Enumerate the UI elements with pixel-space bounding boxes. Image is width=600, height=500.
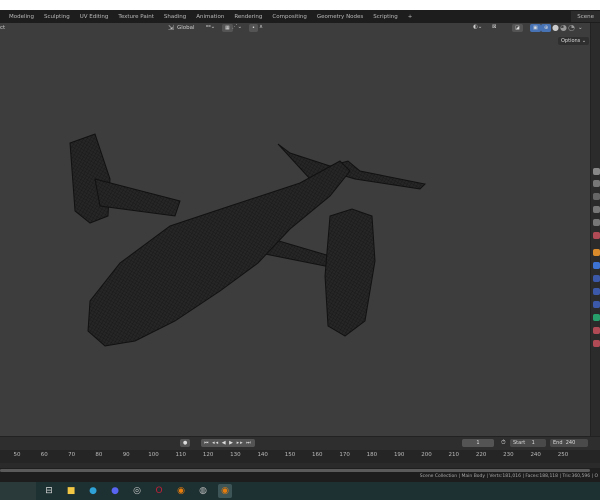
ruler-tick-label: 130	[230, 452, 241, 458]
view-layer-tab-icon[interactable]	[593, 206, 600, 213]
taskbar-blender-active-icon[interactable]: ◉	[218, 484, 232, 498]
tab-compositing[interactable]: Compositing	[267, 14, 311, 20]
timeline-ruler[interactable]: 50 60 70 80 90 100 110 120 130 140 150 160 170 180 190…	[0, 450, 600, 463]
data-tab-icon[interactable]	[593, 314, 600, 321]
ruler-tick-label: 100	[148, 452, 159, 458]
object-tab-icon[interactable]	[593, 249, 600, 256]
aircraft-wireframe	[69, 133, 427, 347]
ruler-tick-label: 90	[122, 452, 130, 458]
properties-tab-strip	[590, 23, 600, 436]
tab-modeling[interactable]: Modeling	[4, 14, 39, 20]
timeline-header: ● ⏮ ◂◂ ◀ ▶ ▸▸ ⏭ 1 ⏱ Start 1 End 240	[0, 436, 600, 450]
wireframe-shading-icon[interactable]: ⊕	[541, 24, 552, 32]
taskbar-file-explorer-icon[interactable]: ■	[64, 484, 78, 498]
tool-tab-icon[interactable]	[593, 168, 600, 175]
ruler-tick-label: 200	[421, 452, 432, 458]
physics-tab-icon[interactable]	[593, 288, 600, 295]
constraints-tab-icon[interactable]	[593, 301, 600, 308]
ruler-tick-label: 240	[530, 452, 541, 458]
scene-name: Scene	[577, 14, 594, 20]
tab-texture-paint[interactable]: Texture Paint	[113, 14, 159, 20]
ruler-tick-label: 60	[40, 452, 48, 458]
scene-selector[interactable]: Scene	[571, 11, 600, 22]
taskbar-discord-icon[interactable]: ●	[108, 484, 122, 498]
current-frame-field[interactable]: 1	[462, 439, 494, 447]
taskbar-app-icon[interactable]: ◎	[130, 484, 144, 498]
tab-rendering[interactable]: Rendering	[229, 14, 267, 20]
add-workspace-button[interactable]: +	[403, 14, 418, 20]
ruler-tick-label: 190	[393, 452, 405, 458]
rendered-shading-icon[interactable]: ◔	[568, 23, 575, 32]
tab-scripting[interactable]: Scripting	[368, 14, 402, 20]
ruler-tick-label: 150	[284, 452, 296, 458]
ruler-tick-label: 180	[366, 452, 378, 458]
ruler-tick-label: 110	[175, 452, 187, 458]
ruler-tick-label: 220	[475, 452, 487, 458]
scene-tab-icon[interactable]	[593, 219, 600, 226]
start-value: 1	[531, 440, 535, 446]
start-label: Start	[513, 440, 526, 446]
material-shading-icon[interactable]: ◕	[560, 23, 567, 32]
start-frame-field[interactable]: Start 1	[510, 439, 546, 447]
overlay-icon[interactable]: ◪	[512, 24, 523, 32]
output-tab-icon[interactable]	[593, 193, 600, 200]
ruler-tick-label: 210	[448, 452, 460, 458]
ruler-tick-label: 160	[312, 452, 323, 458]
tab-uv-editing[interactable]: UV Editing	[75, 14, 114, 20]
3d-viewport[interactable]	[0, 23, 590, 436]
shading-dropdown-icon[interactable]: ⌄	[578, 25, 583, 31]
workspace-tabs: Modeling Sculpting UV Editing Texture Pa…	[0, 10, 600, 23]
ruler-tick-label: 140	[257, 452, 268, 458]
snap-target-icon[interactable]: ⋰⌄	[232, 24, 242, 30]
end-label: End	[553, 440, 563, 446]
taskbar-edge-icon[interactable]: ●	[86, 484, 100, 498]
taskbar-search[interactable]	[0, 482, 36, 500]
render-tab-icon[interactable]	[593, 180, 600, 187]
ruler-tick-label: 170	[339, 452, 350, 458]
texture-tab-icon[interactable]	[593, 340, 600, 347]
tab-sculpting[interactable]: Sculpting	[39, 14, 75, 20]
falloff-icon[interactable]: ∧	[259, 24, 263, 30]
taskbar-opera-icon[interactable]: O	[152, 484, 166, 498]
mode-label: ct	[0, 25, 6, 31]
options-dropdown[interactable]: Options ⌄	[558, 37, 590, 45]
taskbar-blender-icon[interactable]: ◉	[174, 484, 188, 498]
tab-geometry-nodes[interactable]: Geometry Nodes	[312, 14, 368, 20]
tab-shading[interactable]: Shading	[159, 14, 191, 20]
visibility-icon[interactable]: ◐⌄	[473, 24, 482, 30]
orientation-dropdown[interactable]: Global	[177, 25, 195, 31]
transform-orientation-icon: ⇲	[168, 24, 174, 32]
record-button[interactable]: ●	[180, 439, 191, 447]
status-bar: Scene Collection | Main Body | Verts:181…	[0, 472, 600, 482]
top-window-strip	[0, 0, 600, 10]
end-value: 240	[565, 440, 576, 446]
taskbar-task-view-icon[interactable]: ⊟	[42, 484, 56, 498]
taskbar: ⊟ ■ ● ● ◎ O ◉ ◍ ◉	[0, 482, 600, 500]
ruler-tick-label: 50	[13, 452, 21, 458]
ruler-tick-label: 80	[95, 452, 103, 458]
pivot-icon[interactable]: ⚯⌄	[206, 24, 215, 30]
ruler-tick-label: 70	[68, 452, 76, 458]
options-label: Options	[561, 38, 581, 44]
world-tab-icon[interactable]	[593, 232, 600, 239]
end-frame-field[interactable]: End 240	[550, 439, 588, 447]
stopwatch-icon[interactable]: ⏱	[501, 439, 506, 447]
material-tab-icon[interactable]	[593, 327, 600, 334]
solid-shading-icon[interactable]: ●	[552, 23, 559, 32]
gizmo-icon[interactable]: ⊠	[492, 24, 497, 30]
playback-controls[interactable]: ⏮ ◂◂ ◀ ▶ ▸▸ ⏭	[201, 439, 255, 447]
ruler-tick-label: 230	[503, 452, 514, 458]
ruler-tick-label: 120	[202, 452, 214, 458]
proportional-edit-icon[interactable]: •	[249, 24, 258, 32]
tab-animation[interactable]: Animation	[191, 14, 229, 20]
taskbar-obs-icon[interactable]: ◍	[196, 484, 210, 498]
xray-icon[interactable]: ▣	[530, 24, 541, 32]
particles-tab-icon[interactable]	[593, 275, 600, 282]
ruler-tick-label: 250	[557, 452, 569, 458]
viewport-header: ct ⇲ Global ⚯⌄ ▦ ⋰⌄ • ∧ ◐⌄ ⊠ ◪ ▣ ⊕ ● ◕ ◔…	[0, 23, 590, 45]
modifier-tab-icon[interactable]	[593, 262, 600, 269]
